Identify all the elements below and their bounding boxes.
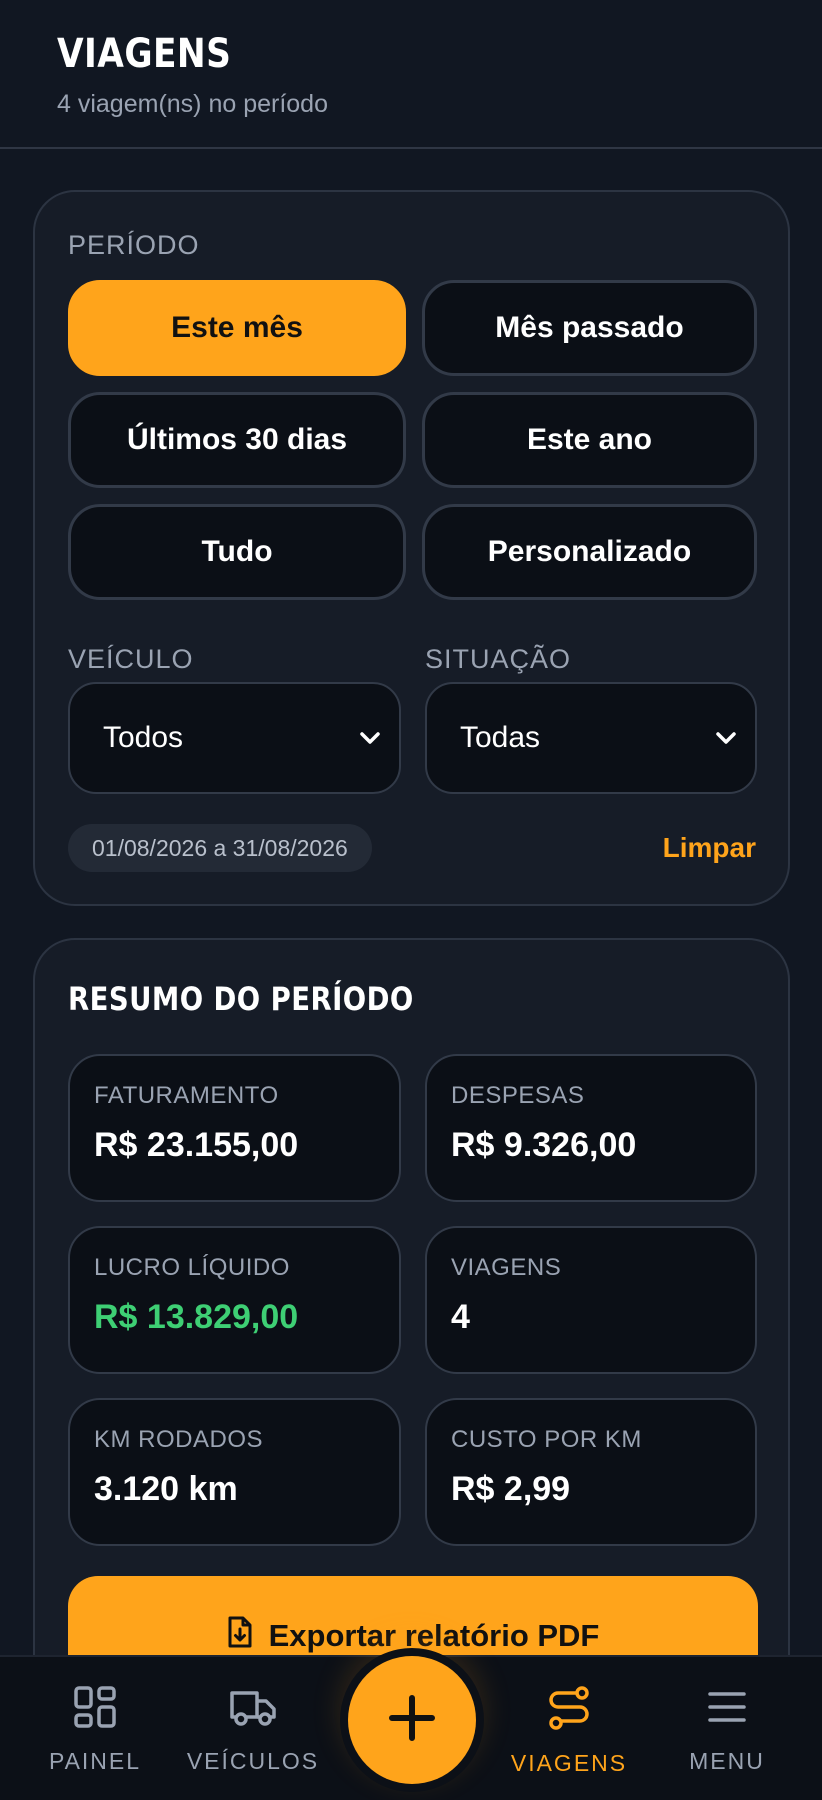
chevron-down-icon	[713, 725, 739, 751]
vehicle-label: VEÍCULO	[68, 644, 194, 674]
dashboard-icon	[73, 1685, 117, 1734]
nav-item-dashboard[interactable]: PAINEL	[25, 1685, 165, 1775]
stat-trips: VIAGENS 4	[425, 1226, 757, 1374]
file-download-icon	[227, 1616, 253, 1656]
period-this-year-button[interactable]: Este ano	[422, 392, 757, 488]
stat-value: R$ 9.326,00	[451, 1126, 637, 1164]
vehicle-select-value: Todos	[103, 721, 184, 754]
period-last-month-button[interactable]: Mês passado	[422, 280, 757, 376]
stat-km-driven: KM RODADOS 3.120 km	[68, 1398, 401, 1546]
stat-label: KM RODADOS	[94, 1426, 264, 1453]
stat-label: CUSTO POR KM	[451, 1426, 642, 1453]
stat-value: R$ 13.829,00	[94, 1298, 299, 1336]
stat-label: LUCRO LÍQUIDO	[94, 1254, 290, 1281]
status-label: SITUAÇÃO	[425, 644, 572, 674]
period-label: PERÍODO	[68, 230, 200, 260]
nav-item-vehicles[interactable]: VEÍCULOS	[183, 1685, 323, 1775]
filter-card: PERÍODO Este mês Mês passado Últimos 30 …	[33, 190, 790, 906]
stat-value: 4	[451, 1298, 470, 1336]
export-pdf-label: Exportar relatório PDF	[268, 1618, 600, 1653]
summary-title: RESUMO DO PERÍODO	[68, 980, 414, 1018]
menu-icon	[707, 1685, 747, 1734]
add-trip-button[interactable]	[348, 1656, 476, 1784]
nav-label: PAINEL	[48, 1748, 142, 1774]
chevron-down-icon	[357, 725, 383, 751]
nav-label: VIAGENS	[510, 1750, 628, 1776]
stat-value: R$ 2,99	[451, 1470, 571, 1508]
stat-net-profit: LUCRO LÍQUIDO R$ 13.829,00	[68, 1226, 401, 1374]
stat-revenue: FATURAMENTO R$ 23.155,00	[68, 1054, 401, 1202]
nav-label: VEÍCULOS	[186, 1748, 320, 1774]
plus-icon	[387, 1693, 437, 1748]
page-title: VIAGENS	[57, 31, 232, 77]
clear-filters-link[interactable]: Limpar	[663, 832, 756, 864]
nav-item-trips[interactable]: VIAGENS	[499, 1685, 639, 1777]
stat-value: 3.120 km	[94, 1470, 238, 1508]
status-select-value: Todas	[460, 721, 541, 754]
period-all-button[interactable]: Tudo	[68, 504, 406, 600]
stat-label: FATURAMENTO	[94, 1082, 279, 1109]
truck-icon	[229, 1685, 277, 1734]
period-last-30-days-button[interactable]: Últimos 30 dias	[68, 392, 406, 488]
trip-count-subtitle: 4 viagem(ns) no período	[57, 90, 328, 118]
fab-container	[340, 1648, 484, 1792]
stat-value: R$ 23.155,00	[94, 1126, 299, 1164]
nav-label: MENU	[689, 1748, 765, 1774]
date-range-badge: 01/08/2026 a 31/08/2026	[68, 824, 372, 872]
nav-item-menu[interactable]: MENU	[657, 1685, 797, 1775]
stat-label: VIAGENS	[451, 1254, 562, 1281]
stat-label: DESPESAS	[451, 1082, 585, 1109]
status-select[interactable]: Todas	[425, 682, 757, 794]
period-this-month-button[interactable]: Este mês	[68, 280, 406, 376]
vehicle-select[interactable]: Todos	[68, 682, 401, 794]
stat-expenses: DESPESAS R$ 9.326,00	[425, 1054, 757, 1202]
page-header: VIAGENS 4 viagem(ns) no período	[0, 0, 822, 149]
period-custom-button[interactable]: Personalizado	[422, 504, 757, 600]
route-icon	[546, 1685, 592, 1736]
stat-cost-per-km: CUSTO POR KM R$ 2,99	[425, 1398, 757, 1546]
